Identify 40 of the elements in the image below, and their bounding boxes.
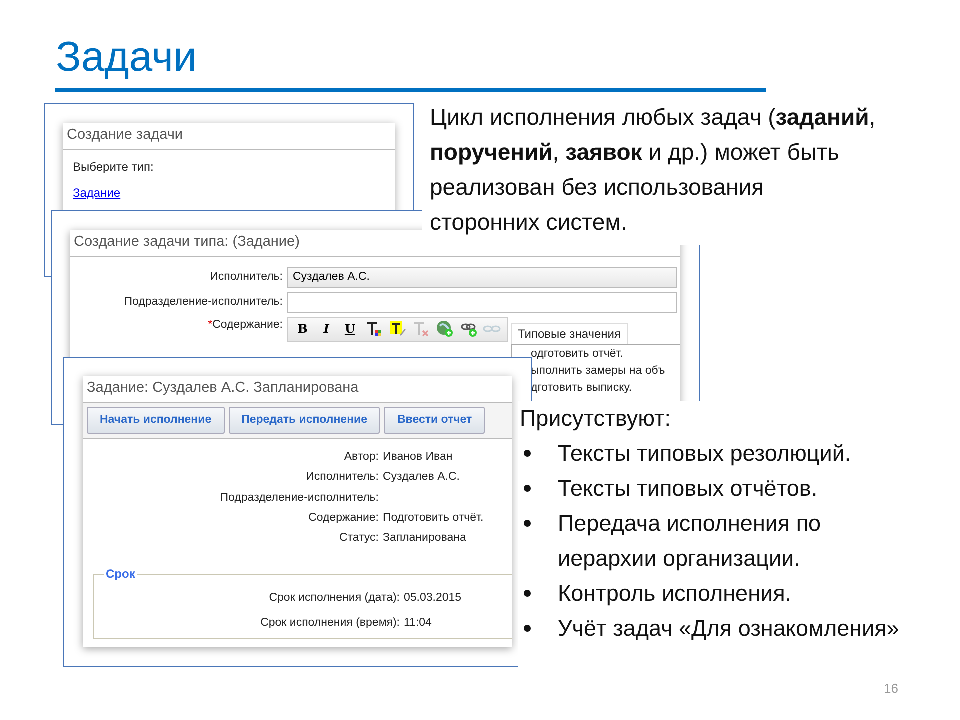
group-legend: Срок: [104, 567, 138, 582]
prompt-text: Выберите тип:: [73, 158, 155, 176]
deadline-label: Срок исполнения (дата):: [268, 590, 401, 606]
deadline-value: 05.03.2015: [404, 590, 463, 606]
list-item[interactable]: ыполнить замеры на объ: [531, 363, 680, 380]
field-label: Исполнитель:: [209, 270, 284, 285]
detail-label: Исполнитель:: [305, 470, 380, 486]
slide-title: Задачи: [56, 34, 198, 80]
underline-button[interactable]: U: [339, 319, 362, 340]
deadline-value: 11:04: [404, 616, 433, 631]
detail-label: Статус:: [338, 531, 380, 546]
field-label: *Содержание:: [207, 318, 284, 333]
italic-button[interactable]: I: [316, 319, 338, 340]
action-button[interactable]: Передать исполнение: [228, 406, 380, 434]
action-button[interactable]: Начать исполнение: [87, 406, 225, 434]
page-number: 16: [884, 680, 898, 698]
deadline-label: Срок исполнения (время):: [260, 616, 401, 631]
tab[interactable]: Типовые значения: [511, 323, 628, 344]
detail-label: Содержание:: [308, 510, 380, 526]
list-text: Передача исполнения по иерархии организации.: [558, 510, 822, 573]
input-field[interactable]: Суздалев А.С.: [287, 266, 677, 288]
list-heading: Присутствуют:: [520, 405, 672, 433]
detail-value: Суздалев А.С.: [383, 470, 461, 486]
list-item[interactable]: одготовить отчёт.: [531, 346, 680, 364]
action-button[interactable]: Ввести отчет: [384, 406, 486, 434]
field-label: Подразделение-исполнитель:: [123, 294, 284, 310]
detail-value: Подготовить отчёт.: [383, 510, 485, 526]
detail-label: Автор:: [343, 450, 380, 465]
list-text: Контроль исполнения.: [558, 580, 792, 608]
list-item[interactable]: дготовить выписку.: [531, 380, 680, 398]
detail-value: Запланирована: [383, 531, 468, 546]
task-type-link[interactable]: Задание: [73, 184, 121, 202]
list-text: Тексты типовых резолюций.: [558, 440, 852, 468]
list-text: Учёт задач «Для ознакомления»: [558, 615, 900, 643]
list-text: Тексты типовых отчётов.: [558, 475, 818, 503]
detail-label: Подразделение-исполнитель:: [219, 490, 380, 506]
required-mark: *: [208, 318, 213, 331]
detail-value: Иванов Иван: [383, 450, 454, 465]
bold-button[interactable]: B: [292, 319, 314, 340]
window-title: Создание задачи: [63, 123, 395, 150]
